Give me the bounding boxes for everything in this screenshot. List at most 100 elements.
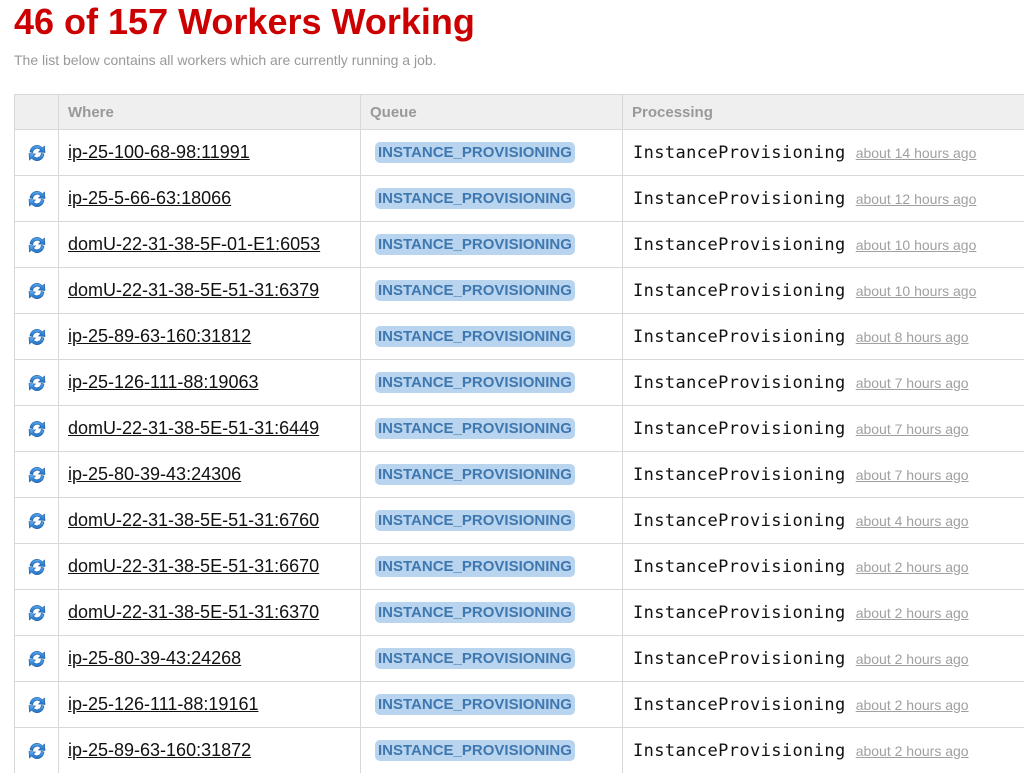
refresh-icon [26,280,48,302]
worker-processing-cell: InstanceProvisioning about 2 hours ago [623,728,1024,773]
worker-host-link[interactable]: domU-22-31-38-5E-51-31:6670 [68,556,319,576]
job-started-time-link[interactable]: about 7 hours ago [856,375,969,391]
queue-badge[interactable]: INSTANCE_PROVISIONING [375,694,575,715]
refresh-icon [26,602,48,624]
queue-badge[interactable]: INSTANCE_PROVISIONING [375,326,575,347]
worker-row: ip-25-89-63-160:31872 INSTANCE_PROVISION… [15,728,1024,773]
worker-where-cell: domU-22-31-38-5E-51-31:6379 [59,268,361,314]
job-started-time-link[interactable]: about 7 hours ago [856,421,969,437]
refresh-icon [26,464,48,486]
job-class-name: InstanceProvisioning [633,189,846,209]
worker-queue-cell: INSTANCE_PROVISIONING [361,728,623,773]
worker-host-link[interactable]: ip-25-126-111-88:19161 [68,694,258,714]
worker-queue-cell: INSTANCE_PROVISIONING [361,636,623,682]
queue-badge[interactable]: INSTANCE_PROVISIONING [375,234,575,255]
job-class-name: InstanceProvisioning [633,511,846,531]
worker-queue-cell: INSTANCE_PROVISIONING [361,590,623,636]
page-subtitle: The list below contains all workers whic… [14,51,437,69]
refresh-icon [26,556,48,578]
worker-queue-cell: INSTANCE_PROVISIONING [361,452,623,498]
worker-status-cell [15,360,59,406]
worker-queue-cell: INSTANCE_PROVISIONING [361,314,623,360]
worker-where-cell: domU-22-31-38-5E-51-31:6670 [59,544,361,590]
queue-badge[interactable]: INSTANCE_PROVISIONING [375,602,575,623]
queue-badge[interactable]: INSTANCE_PROVISIONING [375,464,575,485]
job-started-time-link[interactable]: about 2 hours ago [856,697,969,713]
worker-status-cell [15,268,59,314]
worker-host-link[interactable]: ip-25-80-39-43:24306 [68,464,241,484]
workers-table-body: ip-25-100-68-98:11991 INSTANCE_PROVISION… [15,130,1024,773]
worker-processing-cell: InstanceProvisioningabout 2 hours ago [623,544,1024,590]
worker-host-link[interactable]: ip-25-100-68-98:11991 [68,142,250,162]
worker-processing-cell: InstanceProvisioningabout 14 hours ago [623,130,1024,176]
worker-status-cell [15,452,59,498]
job-started-time-link[interactable]: about 2 hours ago [856,605,969,621]
worker-status-cell [15,498,59,544]
job-class-name: InstanceProvisioning [633,603,846,623]
worker-row: domU-22-31-38-5E-51-31:6370 INSTANCE_PRO… [15,590,1024,636]
job-started-time-link[interactable]: about 10 hours ago [856,283,977,299]
worker-host-link[interactable]: domU-22-31-38-5F-01-E1:6053 [68,234,320,254]
worker-host-link[interactable]: domU-22-31-38-5E-51-31:6449 [68,418,319,438]
job-started-time-link[interactable]: about 7 hours ago [856,467,969,483]
worker-status-cell [15,728,59,773]
job-class-name: InstanceProvisioning [633,327,846,347]
worker-host-link[interactable]: ip-25-80-39-43:24268 [68,648,241,668]
queue-badge[interactable]: INSTANCE_PROVISIONING [375,510,575,531]
queue-badge[interactable]: INSTANCE_PROVISIONING [375,142,575,163]
job-started-time-link[interactable]: about 4 hours ago [856,513,969,529]
job-class-name: InstanceProvisioning [633,419,846,439]
worker-row: domU-22-31-38-5F-01-E1:6053 INSTANCE_PRO… [15,222,1024,268]
worker-host-link[interactable]: ip-25-89-63-160:31812 [68,326,251,346]
worker-host-link[interactable]: domU-22-31-38-5E-51-31:6370 [68,602,319,622]
job-class-name: InstanceProvisioning [633,373,846,393]
job-started-time-link[interactable]: about 12 hours ago [856,191,977,207]
worker-processing-cell: InstanceProvisioning about 2 hours ago [623,590,1024,636]
worker-processing-cell: InstanceProvisioning about 2 hours ago [623,636,1024,682]
queue-badge[interactable]: INSTANCE_PROVISIONING [375,372,575,393]
queue-badge[interactable]: INSTANCE_PROVISIONING [375,418,575,439]
refresh-icon [26,510,48,532]
job-class-name: InstanceProvisioning [633,649,846,669]
worker-host-link[interactable]: ip-25-5-66-63:18066 [68,188,231,208]
worker-row: domU-22-31-38-5E-51-31:6760 INSTANCE_PRO… [15,498,1024,544]
header-row: Where Queue Processing [15,95,1024,130]
refresh-icon [26,694,48,716]
worker-row: ip-25-126-111-88:19161 INSTANCE_PROVISIO… [15,682,1024,728]
worker-row: domU-22-31-38-5E-51-31:6670 INSTANCE_PRO… [15,544,1024,590]
refresh-icon [26,142,48,164]
worker-row: ip-25-5-66-63:18066 INSTANCE_PROVISIONIN… [15,176,1024,222]
job-started-time-link[interactable]: about 2 hours ago [856,743,969,759]
job-started-time-link[interactable]: about 8 hours ago [856,329,969,345]
job-class-name: InstanceProvisioning [633,741,846,761]
worker-row: ip-25-80-39-43:24306 INSTANCE_PROVISIONI… [15,452,1024,498]
queue-badge[interactable]: INSTANCE_PROVISIONING [375,280,575,301]
workers-table: Where Queue Processing ip-25-100-68-98:1… [14,94,1024,773]
worker-processing-cell: InstanceProvisioning about 8 hours ago [623,314,1024,360]
worker-where-cell: ip-25-80-39-43:24268 [59,636,361,682]
queue-badge[interactable]: INSTANCE_PROVISIONING [375,556,575,577]
worker-host-link[interactable]: ip-25-89-63-160:31872 [68,740,251,760]
worker-row: ip-25-80-39-43:24268 INSTANCE_PROVISIONI… [15,636,1024,682]
column-header-queue: Queue [361,95,623,130]
job-started-time-link[interactable]: about 2 hours ago [856,651,969,667]
refresh-icon [26,234,48,256]
worker-host-link[interactable]: ip-25-126-111-88:19063 [68,372,258,392]
job-started-time-link[interactable]: about 2 hours ago [856,559,969,575]
worker-processing-cell: InstanceProvisioningabout 10 hours ago [623,268,1024,314]
queue-badge[interactable]: INSTANCE_PROVISIONING [375,740,575,761]
workers-table-header: Where Queue Processing [15,95,1024,130]
worker-host-link[interactable]: domU-22-31-38-5E-51-31:6379 [68,280,319,300]
refresh-icon [26,188,48,210]
worker-where-cell: ip-25-100-68-98:11991 [59,130,361,176]
job-started-time-link[interactable]: about 14 hours ago [856,145,977,161]
worker-where-cell: ip-25-89-63-160:31812 [59,314,361,360]
job-class-name: InstanceProvisioning [633,695,846,715]
worker-where-cell: domU-22-31-38-5E-51-31:6760 [59,498,361,544]
worker-where-cell: domU-22-31-38-5F-01-E1:6053 [59,222,361,268]
worker-processing-cell: InstanceProvisioning about 4 hours ago [623,498,1024,544]
job-started-time-link[interactable]: about 10 hours ago [856,237,977,253]
worker-host-link[interactable]: domU-22-31-38-5E-51-31:6760 [68,510,319,530]
queue-badge[interactable]: INSTANCE_PROVISIONING [375,188,575,209]
queue-badge[interactable]: INSTANCE_PROVISIONING [375,648,575,669]
